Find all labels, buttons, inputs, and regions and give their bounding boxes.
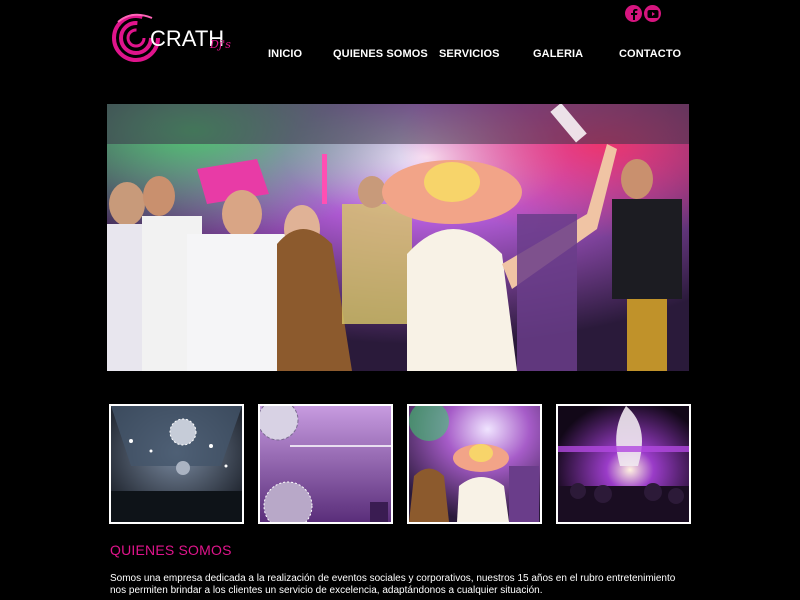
about-paragraph: Somos una empresa dedicada a la realizac… <box>110 573 676 596</box>
youtube-icon[interactable] <box>644 5 661 22</box>
nav-galeria[interactable]: GALERIA <box>533 48 583 60</box>
nav-servicios[interactable]: SERVICIOS <box>439 48 500 60</box>
gallery-thumb-disco-hall[interactable] <box>109 404 244 524</box>
facebook-icon[interactable] <box>625 5 642 22</box>
social-links <box>625 5 661 22</box>
nav-quienes-somos[interactable]: QUIENES SOMOS <box>333 48 428 60</box>
about-heading: QUIENES SOMOS <box>110 542 232 558</box>
nav-contacto[interactable]: CONTACTO <box>619 48 681 60</box>
gallery-thumb-purple-disco-ball[interactable] <box>258 404 393 524</box>
nav-inicio[interactable]: INICIO <box>268 48 302 60</box>
hero-party-photo <box>107 104 689 371</box>
gallery-thumb-night-venue[interactable] <box>556 404 691 524</box>
gallery-thumb-party-dancers[interactable] <box>407 404 542 524</box>
main-nav: INICIO QUIENES SOMOS SERVICIOS GALERIA C… <box>0 48 800 62</box>
